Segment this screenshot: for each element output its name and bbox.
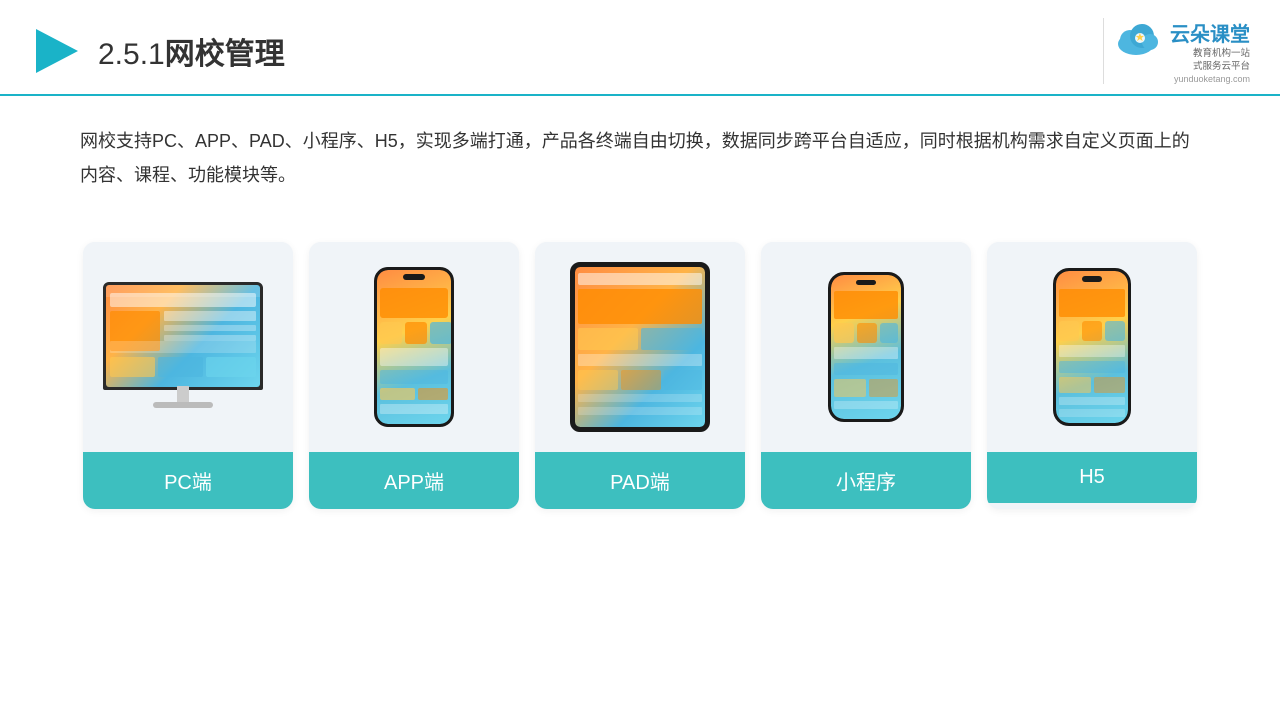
card-h5-image [987, 242, 1197, 452]
h5-device-illustration [1053, 268, 1131, 426]
card-pc-label: PC端 [83, 452, 293, 509]
card-pc: PC端 [83, 242, 293, 509]
pc-device-illustration [103, 282, 273, 412]
page-description: 网校支持PC、APP、PAD、小程序、H5，实现多端打通，产品各终端自由切换，数… [0, 96, 1280, 202]
brand-url: yunduoketang.com [1174, 74, 1250, 84]
page-title: 2.5.1网校管理 [98, 29, 285, 73]
card-pc-image [83, 242, 293, 452]
card-h5-label: H5 [987, 452, 1197, 503]
brand-tagline: 教育机构一站式服务云平台 [1193, 47, 1250, 74]
card-miniprogram-image [761, 242, 971, 452]
card-app: APP端 [309, 242, 519, 509]
card-app-label: APP端 [309, 452, 519, 509]
page-header: 2.5.1网校管理 云朵课堂 教育机构一站式服务云平台 yunduoketang… [0, 0, 1280, 96]
card-miniprogram-label: 小程序 [761, 452, 971, 509]
card-app-image [309, 242, 519, 452]
cloud-icon [1114, 18, 1166, 58]
play-icon [30, 25, 82, 77]
header-left: 2.5.1网校管理 [30, 25, 285, 77]
pad-device-illustration [570, 262, 710, 432]
card-miniprogram: 小程序 [761, 242, 971, 509]
brand-text-area: 云朵课堂 教育机构一站式服务云平台 yunduoketang.com [1170, 18, 1250, 84]
device-cards-container: PC端 APP端 [0, 212, 1280, 539]
miniprogram-device-illustration [828, 272, 904, 422]
app-device-illustration [374, 267, 454, 427]
brand-logo: 云朵课堂 教育机构一站式服务云平台 yunduoketang.com [1103, 18, 1250, 84]
card-pad-label: PAD端 [535, 452, 745, 509]
brand-name: 云朵课堂 [1170, 18, 1250, 47]
card-h5: H5 [987, 242, 1197, 509]
card-pad: PAD端 [535, 242, 745, 509]
card-pad-image [535, 242, 745, 452]
description-text: 网校支持PC、APP、PAD、小程序、H5，实现多端打通，产品各终端自由切换，数… [80, 124, 1200, 192]
